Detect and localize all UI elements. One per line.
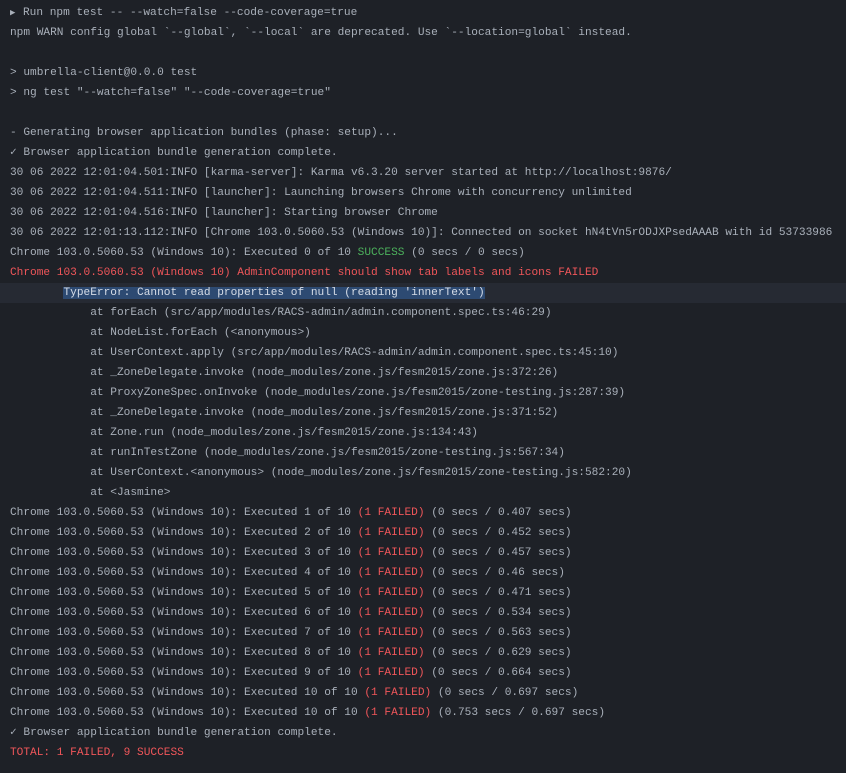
failed-status: (1 FAILED) [357,527,425,539]
stack-frame: at runInTestZone (node_modules/zone.js/f… [10,447,565,459]
stack-frame: at forEach (src/app/modules/RACS-admin/a… [10,307,552,319]
script-name-line: > umbrella-client@0.0.0 test [10,67,198,79]
generating-line: - Generating browser application bundles… [10,127,398,139]
executed-prefix: Chrome 103.0.5060.53 (Windows 10): Execu… [10,687,365,699]
executed-line: Chrome 103.0.5060.53 (Windows 10): Execu… [0,543,846,563]
karma-log-line: 30 06 2022 12:01:04.501:INFO [karma-serv… [10,167,672,179]
failed-status: (1 FAILED) [357,547,425,559]
executed-line: Chrome 103.0.5060.53 (Windows 10): Execu… [0,683,846,703]
npm-warn-line: npm WARN config global `--global`, `--lo… [10,27,632,39]
executed-line: Chrome 103.0.5060.53 (Windows 10): Execu… [0,583,846,603]
failed-status: (1 FAILED) [357,607,425,619]
executed-suffix: (0 secs / 0.46 secs) [424,567,565,579]
executed-prefix: Chrome 103.0.5060.53 (Windows 10): Execu… [10,567,358,579]
bundle-complete-line: ✓ Browser application bundle generation … [10,727,338,739]
executed-line: Chrome 103.0.5060.53 (Windows 10): Execu… [0,643,846,663]
executed-line: Chrome 103.0.5060.53 (Windows 10): Execu… [0,243,846,263]
executed-line: Chrome 103.0.5060.53 (Windows 10): Execu… [0,503,846,523]
executed-suffix: (0 secs / 0.457 secs) [424,547,572,559]
executed-prefix: Chrome 103.0.5060.53 (Windows 10): Execu… [10,707,365,719]
run-step-header[interactable]: ▶ Run npm test -- --watch=false --code-co… [0,3,846,23]
failed-status: (1 FAILED) [357,627,425,639]
executed-prefix: Chrome 103.0.5060.53 (Windows 10): Execu… [10,647,358,659]
executed-suffix: (0 secs / 0.664 secs) [424,667,572,679]
executed-suffix: (0 secs / 0.629 secs) [424,647,572,659]
executed-suffix: (0 secs / 0.697 secs) [431,687,579,699]
stack-frame: at UserContext.apply (src/app/modules/RA… [10,347,619,359]
executed-suffix: (0 secs / 0.471 secs) [424,587,572,599]
executed-prefix: Chrome 103.0.5060.53 (Windows 10): Execu… [10,527,358,539]
success-status: SUCCESS [357,247,405,259]
executed-prefix: Chrome 103.0.5060.53 (Windows 10): Execu… [10,627,358,639]
executed-line: Chrome 103.0.5060.53 (Windows 10): Execu… [0,623,846,643]
failed-status: (1 FAILED) [357,507,425,519]
stack-frame: at NodeList.forEach (<anonymous>) [10,327,311,339]
karma-log-line: 30 06 2022 12:01:13.112:INFO [Chrome 103… [10,227,833,239]
executed-prefix: Chrome 103.0.5060.53 (Windows 10): Execu… [10,607,358,619]
executed-line: Chrome 103.0.5060.53 (Windows 10): Execu… [0,523,846,543]
run-command: Run npm test -- --watch=false --code-cov… [23,7,358,19]
executed-prefix: Chrome 103.0.5060.53 (Windows 10): Execu… [10,547,358,559]
failed-test-line: Chrome 103.0.5060.53 (Windows 10) AdminC… [10,267,599,279]
executed-line: Chrome 103.0.5060.53 (Windows 10): Execu… [0,603,846,623]
stack-trace: at forEach (src/app/modules/RACS-admin/a… [0,303,846,503]
failed-status: (1 FAILED) [364,707,432,719]
play-triangle-icon[interactable]: ▶ [10,3,23,23]
executed-prefix: Chrome 103.0.5060.53 (Windows 10): Execu… [10,667,358,679]
bundle-complete-line: ✓ Browser application bundle generation … [10,147,338,159]
executed-line: Chrome 103.0.5060.53 (Windows 10): Execu… [0,663,846,683]
executed-prefix: Chrome 103.0.5060.53 (Windows 10): Execu… [10,247,358,259]
stack-frame: at ProxyZoneSpec.onInvoke (node_modules/… [10,387,626,399]
stack-frame: at Zone.run (node_modules/zone.js/fesm20… [10,427,478,439]
executed-suffix: (0 secs / 0.534 secs) [424,607,572,619]
script-command-line: > ng test "--watch=false" "--code-covera… [10,87,331,99]
executed-suffix: (0 secs / 0.563 secs) [424,627,572,639]
executed-suffix: (0 secs / 0.452 secs) [424,527,572,539]
executed-suffix: (0 secs / 0.407 secs) [424,507,572,519]
error-message-selected[interactable]: TypeError: Cannot read properties of nul… [63,287,485,299]
error-line: TypeError: Cannot read properties of nul… [0,283,846,303]
failed-status: (1 FAILED) [357,647,425,659]
terminal-log: ▶ Run npm test -- --watch=false --code-co… [0,0,846,763]
stack-frame: at _ZoneDelegate.invoke (node_modules/zo… [10,407,559,419]
failed-status: (1 FAILED) [364,687,432,699]
executed-prefix: Chrome 103.0.5060.53 (Windows 10): Execu… [10,507,358,519]
executed-suffix: (0 secs / 0 secs) [404,247,525,259]
karma-log-line: 30 06 2022 12:01:04.516:INFO [launcher]:… [10,207,438,219]
total-summary: TOTAL: 1 FAILED, 9 SUCCESS [10,747,184,759]
karma-log-line: 30 06 2022 12:01:04.511:INFO [launcher]:… [10,187,632,199]
stack-frame: at UserContext.<anonymous> (node_modules… [10,467,632,479]
stack-frame: at <Jasmine> [10,487,171,499]
stack-frame: at _ZoneDelegate.invoke (node_modules/zo… [10,367,559,379]
failed-status: (1 FAILED) [357,567,425,579]
executed-line: Chrome 103.0.5060.53 (Windows 10): Execu… [0,703,846,723]
progress-lines: Chrome 103.0.5060.53 (Windows 10): Execu… [0,503,846,723]
failed-status: (1 FAILED) [357,667,425,679]
failed-status: (1 FAILED) [357,587,425,599]
executed-suffix: (0.753 secs / 0.697 secs) [431,707,606,719]
executed-prefix: Chrome 103.0.5060.53 (Windows 10): Execu… [10,587,358,599]
executed-line: Chrome 103.0.5060.53 (Windows 10): Execu… [0,563,846,583]
